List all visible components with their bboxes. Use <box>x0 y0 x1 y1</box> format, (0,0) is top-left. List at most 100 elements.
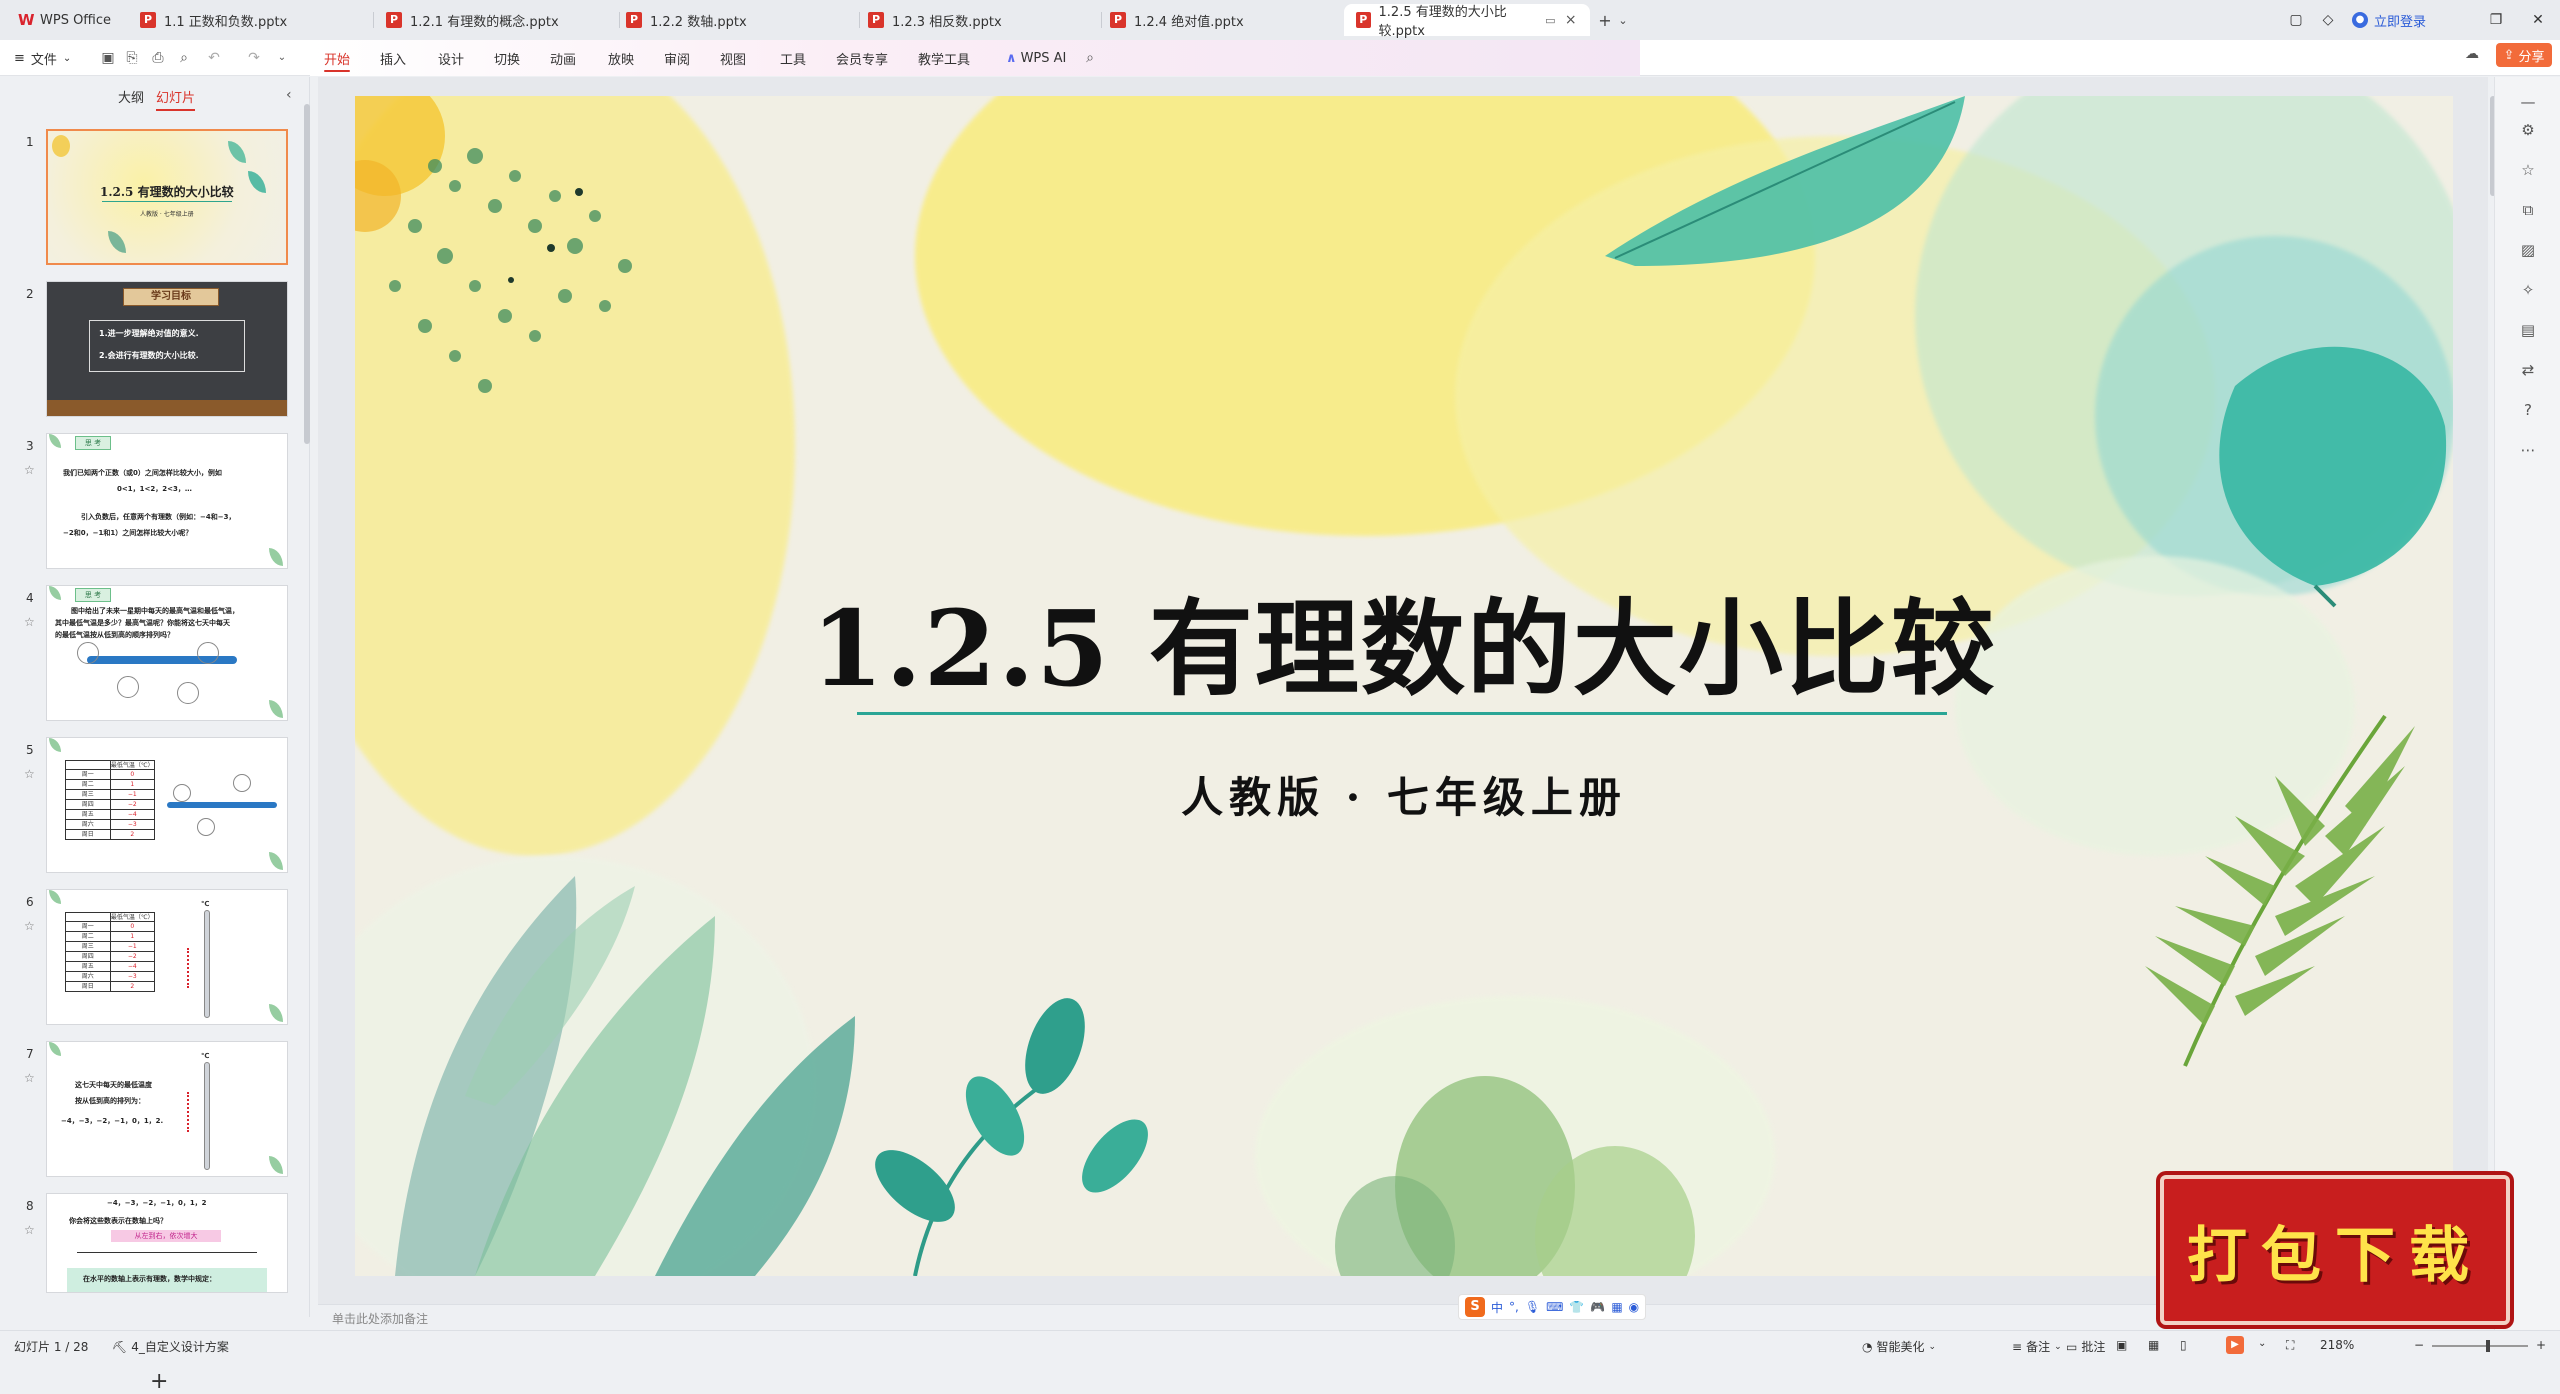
tab-slides[interactable]: 幻灯片 <box>156 87 196 111</box>
ribbon-tab-member[interactable]: 会员专享 <box>836 40 888 76</box>
app-home-tab[interactable]: W WPS Office <box>8 6 121 34</box>
tab-6-active[interactable]: P 1.2.5 有理数的大小比较.pptx ▭ × <box>1344 4 1590 39</box>
slide-thumbnail-8[interactable]: 8 ☆ −4，−3，−2，−1，0，1，2 你会将这些数表示在数轴上吗？ 从左到… <box>0 1193 300 1333</box>
thumbnail-image[interactable]: 最低气温（℃） 周一 0 周二 1 周三 −1 周四 −2 周五 −4 周六 −3 周日 2 <box>46 737 288 873</box>
keyboard-icon[interactable]: ⌨ <box>1546 1300 1563 1314</box>
ribbon-tab-animation[interactable]: 动画 <box>550 40 576 76</box>
book-icon[interactable]: ▤ <box>2517 319 2539 341</box>
more-icon[interactable]: ⋯ <box>2517 439 2539 461</box>
theme-indicator[interactable]: ⛏ 4_自定义设计方案 <box>112 1338 229 1355</box>
ime-language[interactable]: 中 <box>1491 1299 1503 1316</box>
ribbon-tab-view[interactable]: 视图 <box>720 40 746 76</box>
help-icon[interactable]: ? <box>2517 399 2539 421</box>
slide-thumbnail-1[interactable]: 1 1.2.5 有理数的大小比较 人教版 · 七年级上册 <box>0 129 300 269</box>
slide-thumbnail-4[interactable]: 4 ☆ 思 考 图中给出了未来一星期中每天的最高气温和最低气温， 其中最低气温是… <box>0 585 300 725</box>
slide-thumbnail-6[interactable]: 6 ☆ 最低气温（℃） 周一 0 周二 1 周三 −1 周四 −2 周五 −4 周六 −3 … <box>0 889 300 1029</box>
tab-list-chevron-icon[interactable]: ⌄ <box>1616 8 1630 32</box>
toolbox-icon[interactable]: ▦ <box>1611 1300 1622 1314</box>
image-icon[interactable]: ▨ <box>2517 239 2539 261</box>
thumbnail-image[interactable]: 思 考 我们已知两个正数（或0）之间怎样比较大小，例如 0<1，1<2，2<3，… <box>46 433 288 569</box>
zoom-in-icon[interactable]: + <box>2536 1338 2546 1352</box>
slide-thumbnail-5[interactable]: 5 ☆ 最低气温（℃） 周一 0 周二 1 周三 −1 周四 −2 周五 −4 周六 −3 … <box>0 737 300 877</box>
notes-placeholder[interactable]: 单击此处添加备注 <box>332 1310 428 1327</box>
cube-icon[interactable]: ◇ <box>2310 6 2346 34</box>
smart-beautify-button[interactable]: ◔ 智能美化 ⌄ <box>1862 1338 1936 1355</box>
thumbnail-image[interactable]: 1.2.5 有理数的大小比较 人教版 · 七年级上册 <box>46 129 288 265</box>
add-slide-button[interactable]: + <box>150 1369 168 1394</box>
slide-subtitle[interactable]: 人教版 · 七年级上册 <box>355 764 2453 825</box>
sogou-logo-icon[interactable]: S <box>1465 1297 1485 1317</box>
play-slideshow-icon[interactable]: ▶ <box>2226 1336 2244 1354</box>
slide-thumbnail-3[interactable]: 3 ☆ 思 考 我们已知两个正数（或0）之间怎样比较大小，例如 0<1，1<2，… <box>0 433 300 573</box>
ribbon-tab-home[interactable]: 开始 <box>324 40 351 76</box>
punctuation-icon[interactable]: °, <box>1509 1300 1519 1314</box>
thumbnail-image[interactable]: 最低气温（℃） 周一 0 周二 1 周三 −1 周四 −2 周五 −4 周六 −3 周日 2 … <box>46 889 288 1025</box>
tab-4[interactable]: P 1.2.3 相反数.pptx <box>856 4 1102 36</box>
microphone-icon[interactable]: 🎙 <box>1525 1300 1540 1314</box>
file-menu[interactable]: ≡ 文件 ⌄ <box>14 40 71 76</box>
tab-5[interactable]: P 1.2.4 绝对值.pptx <box>1098 4 1344 36</box>
star-icon[interactable]: ☆ <box>24 463 35 477</box>
print-icon[interactable]: ⎙ <box>148 48 168 68</box>
play-options-chevron-icon[interactable]: ⌄ <box>2258 1338 2266 1349</box>
thumbnail-image[interactable]: 学习目标 1.进一步理解绝对值的意义. 2.会进行有理数的大小比较. <box>46 281 288 417</box>
game-icon[interactable]: 🎮 <box>1590 1300 1605 1314</box>
wps-ai-button[interactable]: ∧ WPS AI <box>1006 40 1066 76</box>
star-shape-icon[interactable]: ☆ <box>2517 159 2539 181</box>
tab-outline[interactable]: 大纲 <box>118 87 144 106</box>
ribbon-tab-transition[interactable]: 切换 <box>494 40 520 76</box>
slide-sorter-icon[interactable]: ▦ <box>2148 1338 2159 1352</box>
quick-access-chevron-icon[interactable]: ⌄ <box>272 48 292 68</box>
ribbon-tab-teaching[interactable]: 教学工具 <box>918 40 970 76</box>
fit-window-icon[interactable]: ⛶ <box>2286 1338 2294 1353</box>
minimize-icon[interactable]: — <box>2517 91 2539 113</box>
share-button[interactable]: ⇪ 分享 <box>2496 43 2552 67</box>
thumbnail-image[interactable]: −4，−3，−2，−1，0，1，2 你会将这些数表示在数轴上吗？ 从左到右，依次… <box>46 1193 288 1293</box>
ribbon-tab-design[interactable]: 设计 <box>438 40 464 76</box>
cloud-sync-icon[interactable]: ☁ <box>2462 44 2482 64</box>
star-icon[interactable]: ☆ <box>24 615 35 629</box>
print-preview-icon[interactable]: ⌕ <box>174 48 194 68</box>
save-icon[interactable]: ▣ <box>98 48 118 68</box>
zoom-slider[interactable] <box>2432 1345 2528 1347</box>
export-pdf-icon[interactable]: ⎘ <box>122 48 142 68</box>
redo-icon[interactable]: ↷ <box>244 48 264 68</box>
magic-tools-icon[interactable]: ✧ <box>2517 279 2539 301</box>
star-icon[interactable]: ☆ <box>24 767 35 781</box>
ribbon-tab-insert[interactable]: 插入 <box>380 40 406 76</box>
translate-icon[interactable]: ⇄ <box>2517 359 2539 381</box>
ime-toolbar[interactable]: S 中 °, 🎙 ⌨ 👕 🎮 ▦ ◉ <box>1458 1294 1647 1320</box>
download-badge[interactable]: 打包下载 <box>2160 1175 2510 1325</box>
new-tab-icon[interactable]: + <box>1596 8 1614 32</box>
thumbnail-scrollbar[interactable] <box>304 104 310 444</box>
collapse-panel-icon[interactable]: ‹ <box>286 87 292 103</box>
screen-icon[interactable]: ▭ <box>1545 14 1555 27</box>
slide-thumbnail-7[interactable]: 7 ☆ 这七天中每天的最低温度 按从低到高的排列为： −4，−3，−2，−1，0… <box>0 1041 300 1181</box>
zoom-slider-knob[interactable] <box>2486 1340 2490 1352</box>
close-window-icon[interactable]: ✕ <box>2520 6 2556 34</box>
reading-view-icon[interactable]: ▯ <box>2180 1338 2187 1352</box>
ribbon-tab-slideshow[interactable]: 放映 <box>608 40 634 76</box>
tab-1[interactable]: P 1.1 正数和负数.pptx <box>128 4 374 36</box>
ribbon-tab-tools[interactable]: 工具 <box>780 40 806 76</box>
settings-sliders-icon[interactable]: ⚙ <box>2517 119 2539 141</box>
ribbon-tab-review[interactable]: 审阅 <box>664 40 690 76</box>
star-icon[interactable]: ☆ <box>24 919 35 933</box>
window-layout-icon[interactable]: ▢ <box>2278 6 2314 34</box>
current-slide[interactable]: 1.2.5 有理数的大小比较 人教版 · 七年级上册 <box>355 96 2453 1276</box>
close-tab-icon[interactable]: × <box>1563 12 1578 28</box>
thumbnail-image[interactable]: 思 考 图中给出了未来一星期中每天的最高气温和最低气温， 其中最低气温是多少？最… <box>46 585 288 721</box>
star-icon[interactable]: ☆ <box>24 1071 35 1085</box>
zoom-level[interactable]: 218% <box>2320 1338 2354 1352</box>
slide-title[interactable]: 1.2.5 有理数的大小比较 <box>355 564 2453 715</box>
search-icon[interactable]: ⌕ <box>1080 48 1100 68</box>
copy-icon[interactable]: ⧉ <box>2517 199 2539 221</box>
skin-icon[interactable]: 👕 <box>1569 1300 1584 1314</box>
notes-toggle[interactable]: ≡ 备注 ⌄ <box>2012 1338 2062 1355</box>
tab-2[interactable]: P 1.2.1 有理数的概念.pptx <box>374 4 620 36</box>
thumbnail-image[interactable]: 这七天中每天的最低温度 按从低到高的排列为： −4，−3，−2，−1，0，1，2… <box>46 1041 288 1177</box>
mascot-icon[interactable]: ◉ <box>1629 1300 1639 1314</box>
login-link[interactable]: ● 立即登录 <box>2352 8 2426 32</box>
restore-window-icon[interactable]: ❐ <box>2478 6 2514 34</box>
slide-thumbnail-2[interactable]: 2 学习目标 1.进一步理解绝对值的意义. 2.会进行有理数的大小比较. <box>0 281 300 421</box>
